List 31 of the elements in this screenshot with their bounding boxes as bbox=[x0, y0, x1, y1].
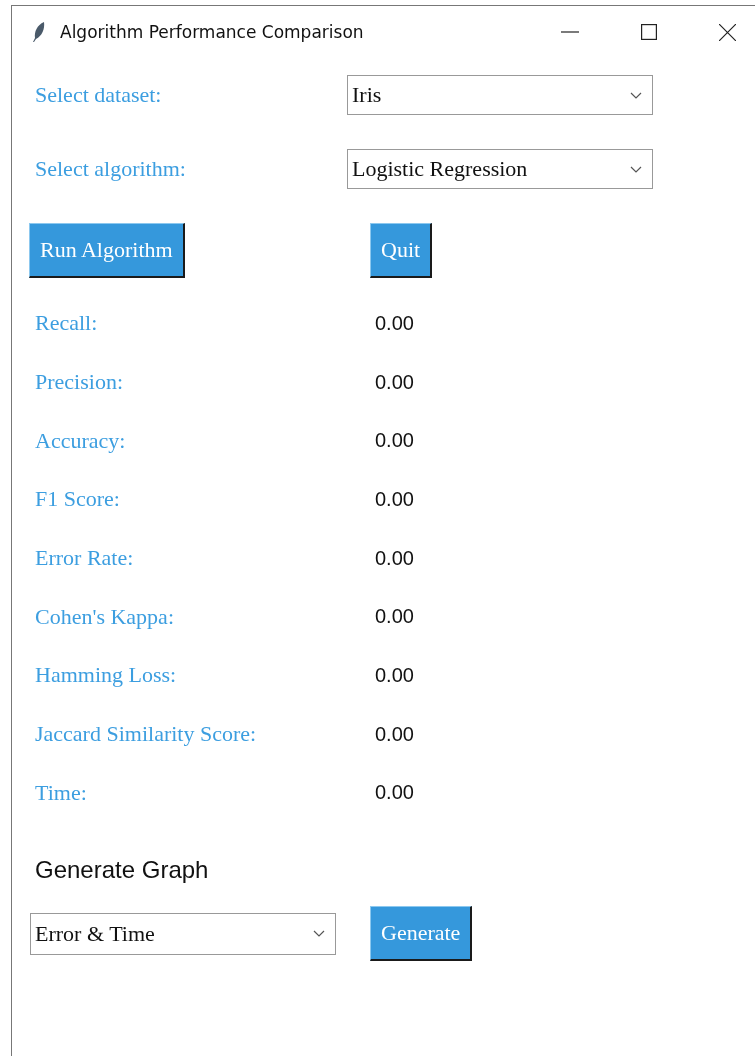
close-icon[interactable] bbox=[719, 23, 736, 41]
metric-label: Error Rate: bbox=[34, 545, 135, 572]
metric-value: 0.00 bbox=[374, 311, 414, 335]
metric-value: 0.00 bbox=[374, 370, 414, 394]
dropdown[interactable]: Iris bbox=[347, 75, 653, 115]
metric-label: Jaccard Similarity Score: bbox=[34, 721, 258, 748]
metric-label: Recall: bbox=[34, 310, 99, 337]
metric-value: 0.00 bbox=[374, 487, 414, 511]
section-heading: Generate Graph bbox=[34, 855, 210, 886]
metric-value: 0.00 bbox=[374, 722, 414, 746]
chevron-icon bbox=[630, 165, 642, 173]
metric-value: 0.00 bbox=[374, 429, 414, 453]
chevron-icon bbox=[630, 91, 642, 99]
metric-label: Hamming Loss: bbox=[34, 662, 178, 689]
metric-value: 0.00 bbox=[374, 605, 414, 629]
dropdown[interactable]: Logistic Regression bbox=[347, 149, 653, 189]
metric-label: F1 Score: bbox=[34, 486, 121, 513]
feather-icon bbox=[32, 21, 46, 43]
metric-value: 0.00 bbox=[374, 781, 414, 805]
chevron-icon bbox=[313, 930, 325, 938]
metric-label: Precision: bbox=[34, 369, 124, 396]
window-title: Algorithm Performance Comparison bbox=[60, 22, 364, 42]
metric-label: Cohen's Kappa: bbox=[34, 603, 175, 630]
field-label: Select algorithm: bbox=[34, 156, 187, 182]
metric-value: 0.00 bbox=[374, 546, 414, 570]
graph-dropdown[interactable]: Error & Time bbox=[30, 912, 336, 955]
field-label: Select dataset: bbox=[34, 82, 163, 108]
metric-label: Time: bbox=[34, 779, 88, 806]
metric-label: Accuracy: bbox=[34, 427, 127, 454]
metric-value: 0.00 bbox=[374, 663, 414, 687]
maximize-icon[interactable] bbox=[641, 24, 657, 40]
